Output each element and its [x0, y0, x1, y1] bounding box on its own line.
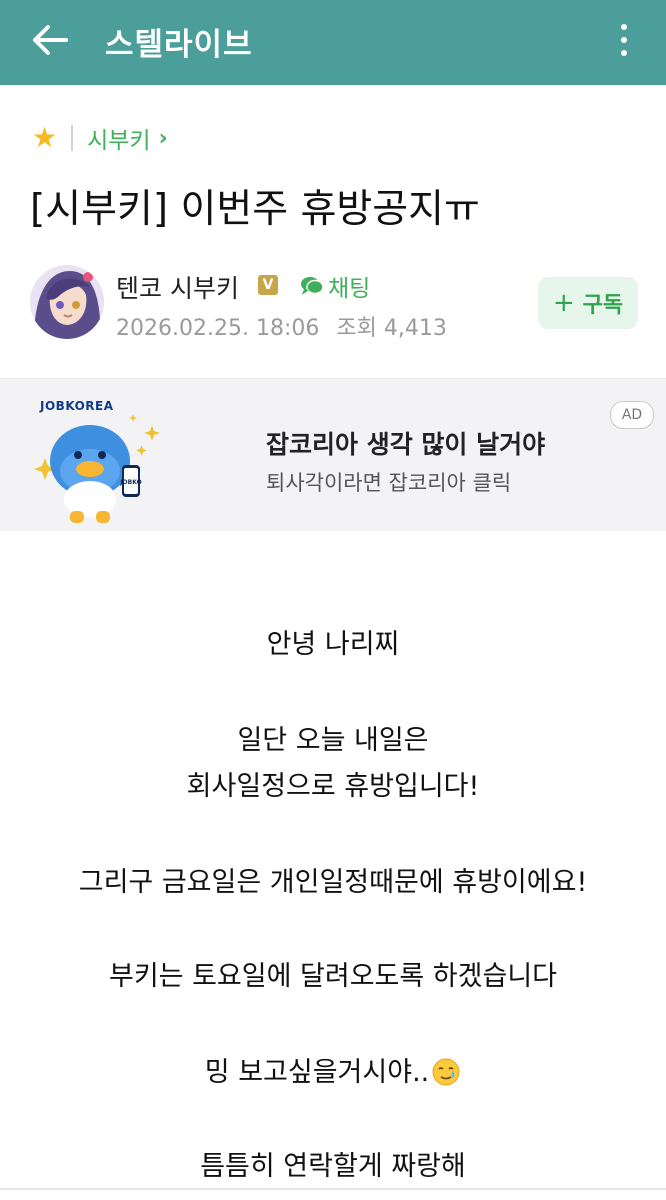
- smiling-face-with-tear-icon: [432, 1058, 460, 1086]
- post-date: 2026.02.25. 18:06: [116, 316, 320, 341]
- views-count: 4,413: [383, 316, 447, 341]
- avatar[interactable]: [30, 265, 104, 339]
- more-options-button[interactable]: [612, 18, 636, 62]
- chevron-right-icon[interactable]: ›: [159, 126, 168, 151]
- mascot-illustration: JOBKO: [34, 414, 160, 523]
- arrow-left-icon: [33, 25, 68, 55]
- body-line: 틈틈히 연락할게 짜랑해: [200, 1151, 466, 1182]
- chat-bubble-icon: [301, 277, 324, 295]
- views-label: 조회: [336, 316, 377, 341]
- avatar-image: [30, 265, 104, 339]
- ad-subtext: 퇴사각이라면 잡코리아 클릭: [266, 471, 512, 495]
- chat-label: 채팅: [328, 276, 371, 302]
- author-name[interactable]: 텐코 시부키: [116, 269, 239, 305]
- ad-headline: 잡코리아 생각 많이 날거야: [266, 430, 546, 459]
- ad-banner[interactable]: JOBKOREA JOBKO 잡코리아 생각 많이 날거야 퇴사각이라면 잡코리…: [0, 378, 666, 531]
- body-line: 안녕 나리찌: [266, 629, 400, 660]
- chat-link[interactable]: 채팅: [300, 269, 370, 303]
- subscribe-label: 구독: [582, 293, 624, 318]
- subscribe-button[interactable]: + 구독: [538, 277, 638, 329]
- app-bar: 스텔라이브: [0, 0, 666, 85]
- post-meta: 2026.02.25. 18:06 조회 4,413: [116, 310, 447, 342]
- breadcrumb: ★ 시부키 ›: [32, 121, 168, 155]
- body-line: 부키는 토요일에 달려오도록 하겠습니다: [108, 961, 558, 992]
- app-title: 스텔라이브: [105, 27, 253, 63]
- more-vertical-icon: [621, 24, 627, 30]
- body-line: 회사일정으로 휴방입니다!: [186, 771, 480, 802]
- author-row: 텐코 시부키 V 채팅 2026.02.25. 18:06 조회 4,413 +…: [30, 265, 640, 345]
- body-line: 밍 보고싶을거시야..: [204, 1057, 430, 1088]
- divider: [71, 125, 74, 151]
- phone-text: JOBKO: [119, 479, 141, 486]
- back-button[interactable]: [28, 18, 72, 62]
- body-line: 그리구 금요일은 개인일정때문에 휴방이에요!: [78, 867, 588, 898]
- post-title: [시부키] 이번주 휴방공지ㅠ: [30, 187, 480, 232]
- star-icon[interactable]: ★: [32, 124, 57, 152]
- plus-icon: +: [552, 288, 575, 318]
- body-line: 일단 오늘 내일은: [237, 725, 429, 756]
- category-link[interactable]: 시부키: [87, 121, 150, 155]
- body-line-with-emoji: 밍 보고싶을거시야..: [0, 1050, 666, 1089]
- divider: [0, 1188, 666, 1190]
- ad-tag[interactable]: AD: [610, 401, 654, 429]
- verified-badge: V: [258, 275, 278, 295]
